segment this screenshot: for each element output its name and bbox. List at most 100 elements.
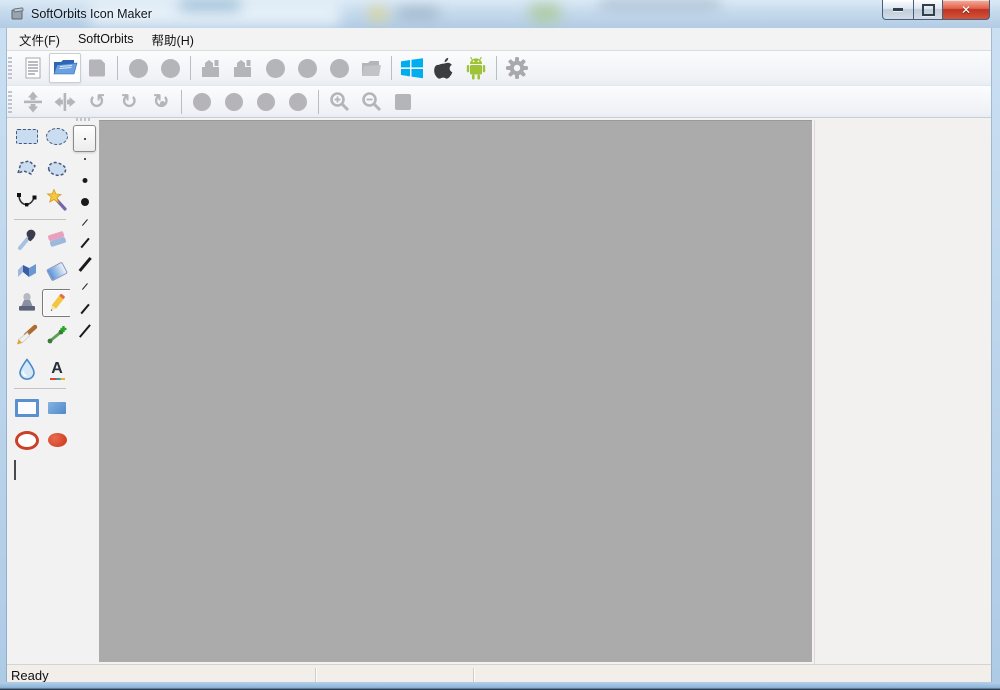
disabled-circle-icon: [298, 59, 317, 78]
status-separator: [315, 668, 316, 682]
toolbar-gripper[interactable]: [8, 57, 12, 79]
toolbar-main: [6, 51, 992, 86]
close-button[interactable]: [943, 0, 990, 20]
line-width-1[interactable]: [81, 219, 87, 226]
flip-horizontal-icon: [54, 92, 76, 112]
disabled-circle-icon: [289, 93, 307, 111]
android-format-button[interactable]: [460, 53, 492, 83]
toolbar-separator: [117, 56, 118, 80]
ellipse-outline-icon: [15, 431, 39, 450]
ellipse-filled-icon: [48, 433, 67, 447]
menu-softorbits[interactable]: SoftOrbits: [69, 29, 143, 49]
rotate-180-button[interactable]: [145, 87, 177, 117]
folder-gray-button[interactable]: [355, 53, 387, 83]
rect-select-icon: [16, 129, 38, 144]
rectangle-outline-tool[interactable]: [12, 394, 42, 422]
action-button-8[interactable]: [250, 87, 282, 117]
flip-vertical-button[interactable]: [17, 87, 49, 117]
action-button-7[interactable]: [218, 87, 250, 117]
line-width-2[interactable]: [80, 238, 89, 248]
brush-size-selected-button[interactable]: [73, 125, 96, 152]
line-width-6[interactable]: [79, 324, 91, 338]
rectangle-filled-tool[interactable]: [42, 394, 72, 422]
disabled-circle-icon: [161, 59, 180, 78]
export-icon: [232, 58, 254, 79]
android-robot-icon: [465, 56, 487, 80]
text-tool[interactable]: A: [42, 355, 72, 383]
pencil-tool[interactable]: [42, 289, 72, 317]
strip-gripper[interactable]: [76, 118, 92, 121]
window-border-bottom: [0, 682, 1000, 690]
windows-logo-icon: [400, 57, 424, 79]
new-button[interactable]: [17, 53, 49, 83]
minimize-icon: [893, 8, 903, 11]
action-button-5[interactable]: [323, 53, 355, 83]
line-width-5[interactable]: [80, 304, 89, 314]
size-dot-4px[interactable]: [82, 178, 87, 183]
polygon-lasso-icon: [16, 159, 38, 177]
action-button-3[interactable]: [259, 53, 291, 83]
disabled-circle-icon: [257, 93, 275, 111]
settings-button[interactable]: [501, 53, 533, 83]
line-icon[interactable]: [14, 460, 16, 480]
action-button-9[interactable]: [282, 87, 314, 117]
curve-line-tool[interactable]: [42, 321, 72, 349]
action-button-6[interactable]: [186, 87, 218, 117]
action-button-4[interactable]: [291, 53, 323, 83]
elliptical-select-tool[interactable]: [42, 122, 72, 150]
zoom-out-button[interactable]: [355, 87, 387, 117]
magic-wand-tool[interactable]: [42, 186, 72, 214]
save-button[interactable]: [81, 53, 113, 83]
rotate-cw-button[interactable]: [113, 87, 145, 117]
eraser-tool[interactable]: [42, 225, 72, 253]
menu-file[interactable]: 文件(F): [10, 27, 69, 52]
new-document-icon: [23, 57, 43, 80]
fill-tool[interactable]: [12, 257, 42, 285]
line-width-4[interactable]: [81, 283, 87, 290]
disabled-circle-icon: [225, 93, 243, 111]
size-dot-7px[interactable]: [81, 198, 89, 206]
menubar: 文件(F) SoftOrbits 帮助(H): [6, 28, 992, 51]
rotate-180-icon: [153, 92, 170, 112]
rect-filled-icon: [48, 402, 66, 414]
apple-format-button[interactable]: [428, 53, 460, 83]
apple-logo-icon: [432, 56, 456, 80]
freehand-lasso-tool[interactable]: [42, 154, 72, 182]
ellipse-outline-tool[interactable]: [12, 426, 42, 454]
line-width-3[interactable]: [78, 257, 91, 272]
polygon-lasso-tool[interactable]: [12, 154, 42, 182]
size-dot-2px[interactable]: [84, 158, 86, 160]
export-button-2[interactable]: [227, 53, 259, 83]
minimize-button[interactable]: [882, 0, 914, 20]
disabled-circle-icon: [129, 59, 148, 78]
maximize-button[interactable]: [914, 0, 943, 20]
rotate-ccw-button[interactable]: [81, 87, 113, 117]
disabled-circle-icon: [193, 93, 211, 111]
gradient-fill-tool[interactable]: [42, 257, 72, 285]
titlebar[interactable]: SoftOrbits Icon Maker: [0, 0, 1000, 28]
export-button-1[interactable]: [195, 53, 227, 83]
drawing-canvas[interactable]: [99, 120, 812, 662]
toolbar-gripper[interactable]: [8, 91, 12, 113]
open-button[interactable]: [49, 53, 81, 83]
disabled-circle-icon: [266, 59, 285, 78]
rectangular-select-tool[interactable]: [12, 122, 42, 150]
blur-drop-tool[interactable]: [12, 355, 42, 383]
eyedropper-tool[interactable]: [12, 225, 42, 253]
window-title: SoftOrbits Icon Maker: [31, 7, 152, 21]
ellipse-filled-tool[interactable]: [42, 426, 72, 454]
zoom-in-button[interactable]: [323, 87, 355, 117]
action-button-2[interactable]: [154, 53, 186, 83]
windows-format-button[interactable]: [396, 53, 428, 83]
action-button-1[interactable]: [122, 53, 154, 83]
app-window: SoftOrbits Icon Maker 文件(F) SoftOrbits 帮…: [0, 0, 1000, 690]
right-panel: [814, 120, 992, 664]
flip-horizontal-button[interactable]: [49, 87, 81, 117]
actual-size-button[interactable]: [387, 87, 419, 117]
bezier-select-tool[interactable]: [12, 186, 42, 214]
save-icon: [87, 58, 107, 78]
stamp-tool[interactable]: [12, 289, 42, 317]
brush-tool[interactable]: [12, 321, 42, 349]
size-1px-dot: [84, 138, 86, 140]
menu-help[interactable]: 帮助(H): [143, 27, 203, 52]
